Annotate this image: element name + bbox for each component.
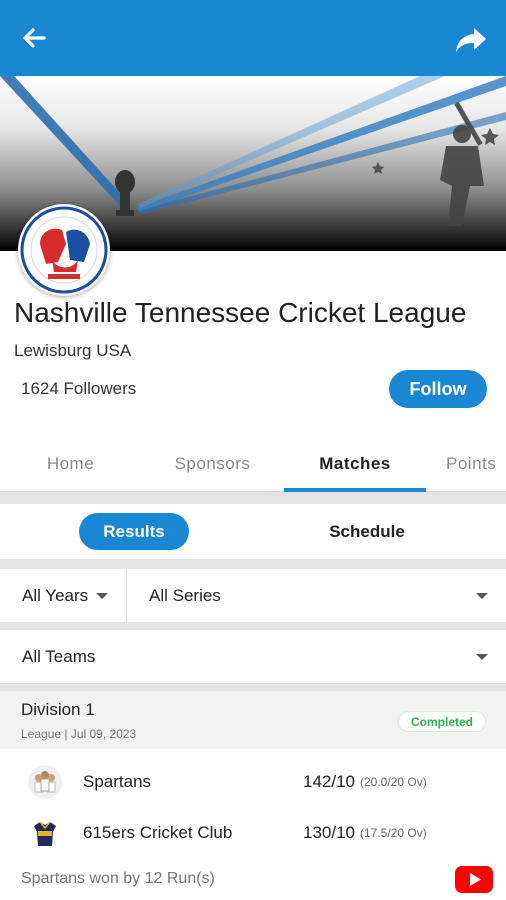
- league-location: Lewisburg USA: [14, 341, 132, 360]
- followers-count: 1624 Followers: [21, 379, 137, 398]
- team-score: 142/10 (20.0/20 Ov): [303, 757, 427, 807]
- team-name: 615ers Cricket Club: [83, 823, 233, 842]
- series-dropdown[interactable]: All Series: [127, 569, 506, 622]
- match-result: Spartans won by 12 Run(s): [21, 870, 215, 887]
- tab-label: Matches: [319, 454, 391, 473]
- status-badge: Completed: [397, 711, 486, 732]
- schedule-button[interactable]: Schedule: [300, 513, 434, 550]
- chevron-down-icon: [476, 593, 488, 599]
- results-button[interactable]: Results: [79, 513, 189, 550]
- team-score: 130/10 (17.5/20 Ov): [303, 808, 427, 858]
- tab-home[interactable]: Home: [0, 436, 141, 492]
- teams-dropdown-value: All Teams: [22, 646, 96, 666]
- team-name: Spartans: [83, 772, 152, 791]
- chevron-down-icon: [476, 654, 488, 660]
- team-row[interactable]: Spartans 142/10 (20.0/20 Ov): [0, 757, 506, 807]
- series-dropdown-value: All Series: [149, 585, 221, 605]
- tab-matches[interactable]: Matches: [284, 436, 426, 492]
- section-divider: [0, 492, 506, 504]
- section-divider: [0, 559, 506, 569]
- filter-row-teams: All Teams: [0, 630, 506, 683]
- youtube-icon[interactable]: [455, 866, 493, 893]
- match-card-header[interactable]: Division 1 League | Jul 09, 2023 Complet…: [0, 691, 506, 749]
- overs-value: (17.5/20 Ov): [360, 826, 427, 840]
- tab-points[interactable]: Points: [426, 436, 506, 492]
- team-row[interactable]: 615ers Cricket Club 130/10 (17.5/20 Ov): [0, 808, 506, 858]
- team-logo: [28, 816, 62, 850]
- share-icon[interactable]: [454, 22, 488, 56]
- league-name: Nashville Tennessee Cricket League: [14, 297, 467, 328]
- tab-label: Points: [446, 454, 497, 473]
- score-value: 142/10: [303, 772, 355, 791]
- team-logo: [28, 765, 62, 799]
- overs-value: (20.0/20 Ov): [360, 775, 427, 789]
- years-dropdown-value: All Years: [22, 585, 89, 605]
- app-bar: [0, 0, 506, 76]
- tab-sponsors[interactable]: Sponsors: [141, 436, 284, 492]
- section-divider: [0, 683, 506, 691]
- match-division: Division 1: [21, 700, 95, 719]
- tab-label: Sponsors: [174, 454, 251, 473]
- tab-label: Home: [46, 454, 95, 473]
- score-value: 130/10: [303, 823, 355, 842]
- teams-dropdown[interactable]: All Teams: [0, 630, 506, 683]
- arrow-left-icon[interactable]: [18, 22, 50, 54]
- follow-button[interactable]: Follow: [389, 370, 487, 408]
- league-logo: [18, 204, 110, 296]
- filter-row-years-series: All Years All Series: [0, 569, 506, 622]
- results-schedule-toggle: Results Schedule: [0, 504, 506, 559]
- section-divider: [0, 622, 506, 630]
- tab-bar: Home Sponsors Matches Points: [0, 436, 506, 492]
- chevron-down-icon: [96, 593, 108, 599]
- years-dropdown[interactable]: All Years: [0, 569, 126, 622]
- match-meta: League | Jul 09, 2023: [21, 727, 137, 741]
